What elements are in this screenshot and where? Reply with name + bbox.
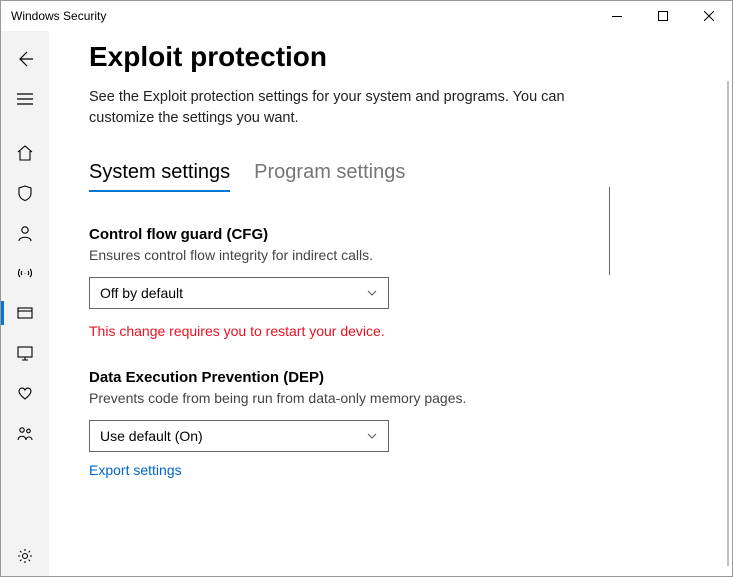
scrollbar[interactable] xyxy=(727,81,729,566)
sidebar-item-family[interactable] xyxy=(1,413,49,453)
setting-dep-dropdown[interactable]: Use default (On) xyxy=(89,420,389,452)
close-button[interactable] xyxy=(686,1,732,31)
setting-dep-value: Use default (On) xyxy=(100,428,203,444)
hamburger-icon xyxy=(17,93,33,105)
tab-program-settings[interactable]: Program settings xyxy=(254,161,405,192)
vertical-divider xyxy=(609,187,610,275)
page-description: See the Exploit protection settings for … xyxy=(89,87,609,129)
page-title: Exploit protection xyxy=(89,41,692,73)
window-controls xyxy=(594,1,732,31)
sidebar-item-device-security[interactable] xyxy=(1,333,49,373)
menu-button[interactable] xyxy=(1,79,49,119)
shield-icon xyxy=(16,184,34,202)
home-icon xyxy=(16,144,34,162)
setting-dep-title: Data Execution Prevention (DEP) xyxy=(89,369,692,386)
content-area: Exploit protection See the Exploit prote… xyxy=(49,31,732,576)
sidebar-item-app-browser[interactable] xyxy=(1,293,49,333)
setting-cfg-title: Control flow guard (CFG) xyxy=(89,226,692,243)
chevron-down-icon xyxy=(366,287,378,299)
minimize-icon xyxy=(612,16,622,17)
chevron-down-icon xyxy=(366,430,378,442)
setting-dep-desc: Prevents code from being run from data-o… xyxy=(89,390,692,406)
export-settings-link[interactable]: Export settings xyxy=(89,462,182,478)
app-browser-icon xyxy=(16,304,34,322)
close-icon xyxy=(704,11,714,21)
setting-cfg-desc: Ensures control flow integrity for indir… xyxy=(89,247,692,263)
sidebar xyxy=(1,31,49,576)
sidebar-item-settings[interactable] xyxy=(1,536,49,576)
setting-cfg: Control flow guard (CFG) Ensures control… xyxy=(89,226,692,339)
setting-cfg-value: Off by default xyxy=(100,285,183,301)
sidebar-item-account[interactable] xyxy=(1,213,49,253)
minimize-button[interactable] xyxy=(594,1,640,31)
tabs: System settings Program settings xyxy=(89,161,692,192)
antenna-icon xyxy=(16,264,34,282)
sidebar-item-home[interactable] xyxy=(1,133,49,173)
device-icon xyxy=(16,344,34,362)
back-button[interactable] xyxy=(1,39,49,79)
back-arrow-icon xyxy=(16,50,34,68)
gear-icon xyxy=(16,547,34,565)
heart-icon xyxy=(16,384,34,402)
tab-system-settings[interactable]: System settings xyxy=(89,161,230,192)
setting-dep: Data Execution Prevention (DEP) Prevents… xyxy=(89,369,692,480)
person-icon xyxy=(16,224,34,242)
maximize-button[interactable] xyxy=(640,1,686,31)
sidebar-item-device-performance[interactable] xyxy=(1,373,49,413)
sidebar-item-firewall[interactable] xyxy=(1,253,49,293)
sidebar-item-virus[interactable] xyxy=(1,173,49,213)
titlebar: Windows Security xyxy=(1,1,732,31)
window-title: Windows Security xyxy=(11,9,594,23)
setting-cfg-warning: This change requires you to restart your… xyxy=(89,323,692,339)
maximize-icon xyxy=(658,11,668,21)
family-icon xyxy=(16,424,34,442)
setting-cfg-dropdown[interactable]: Off by default xyxy=(89,277,389,309)
